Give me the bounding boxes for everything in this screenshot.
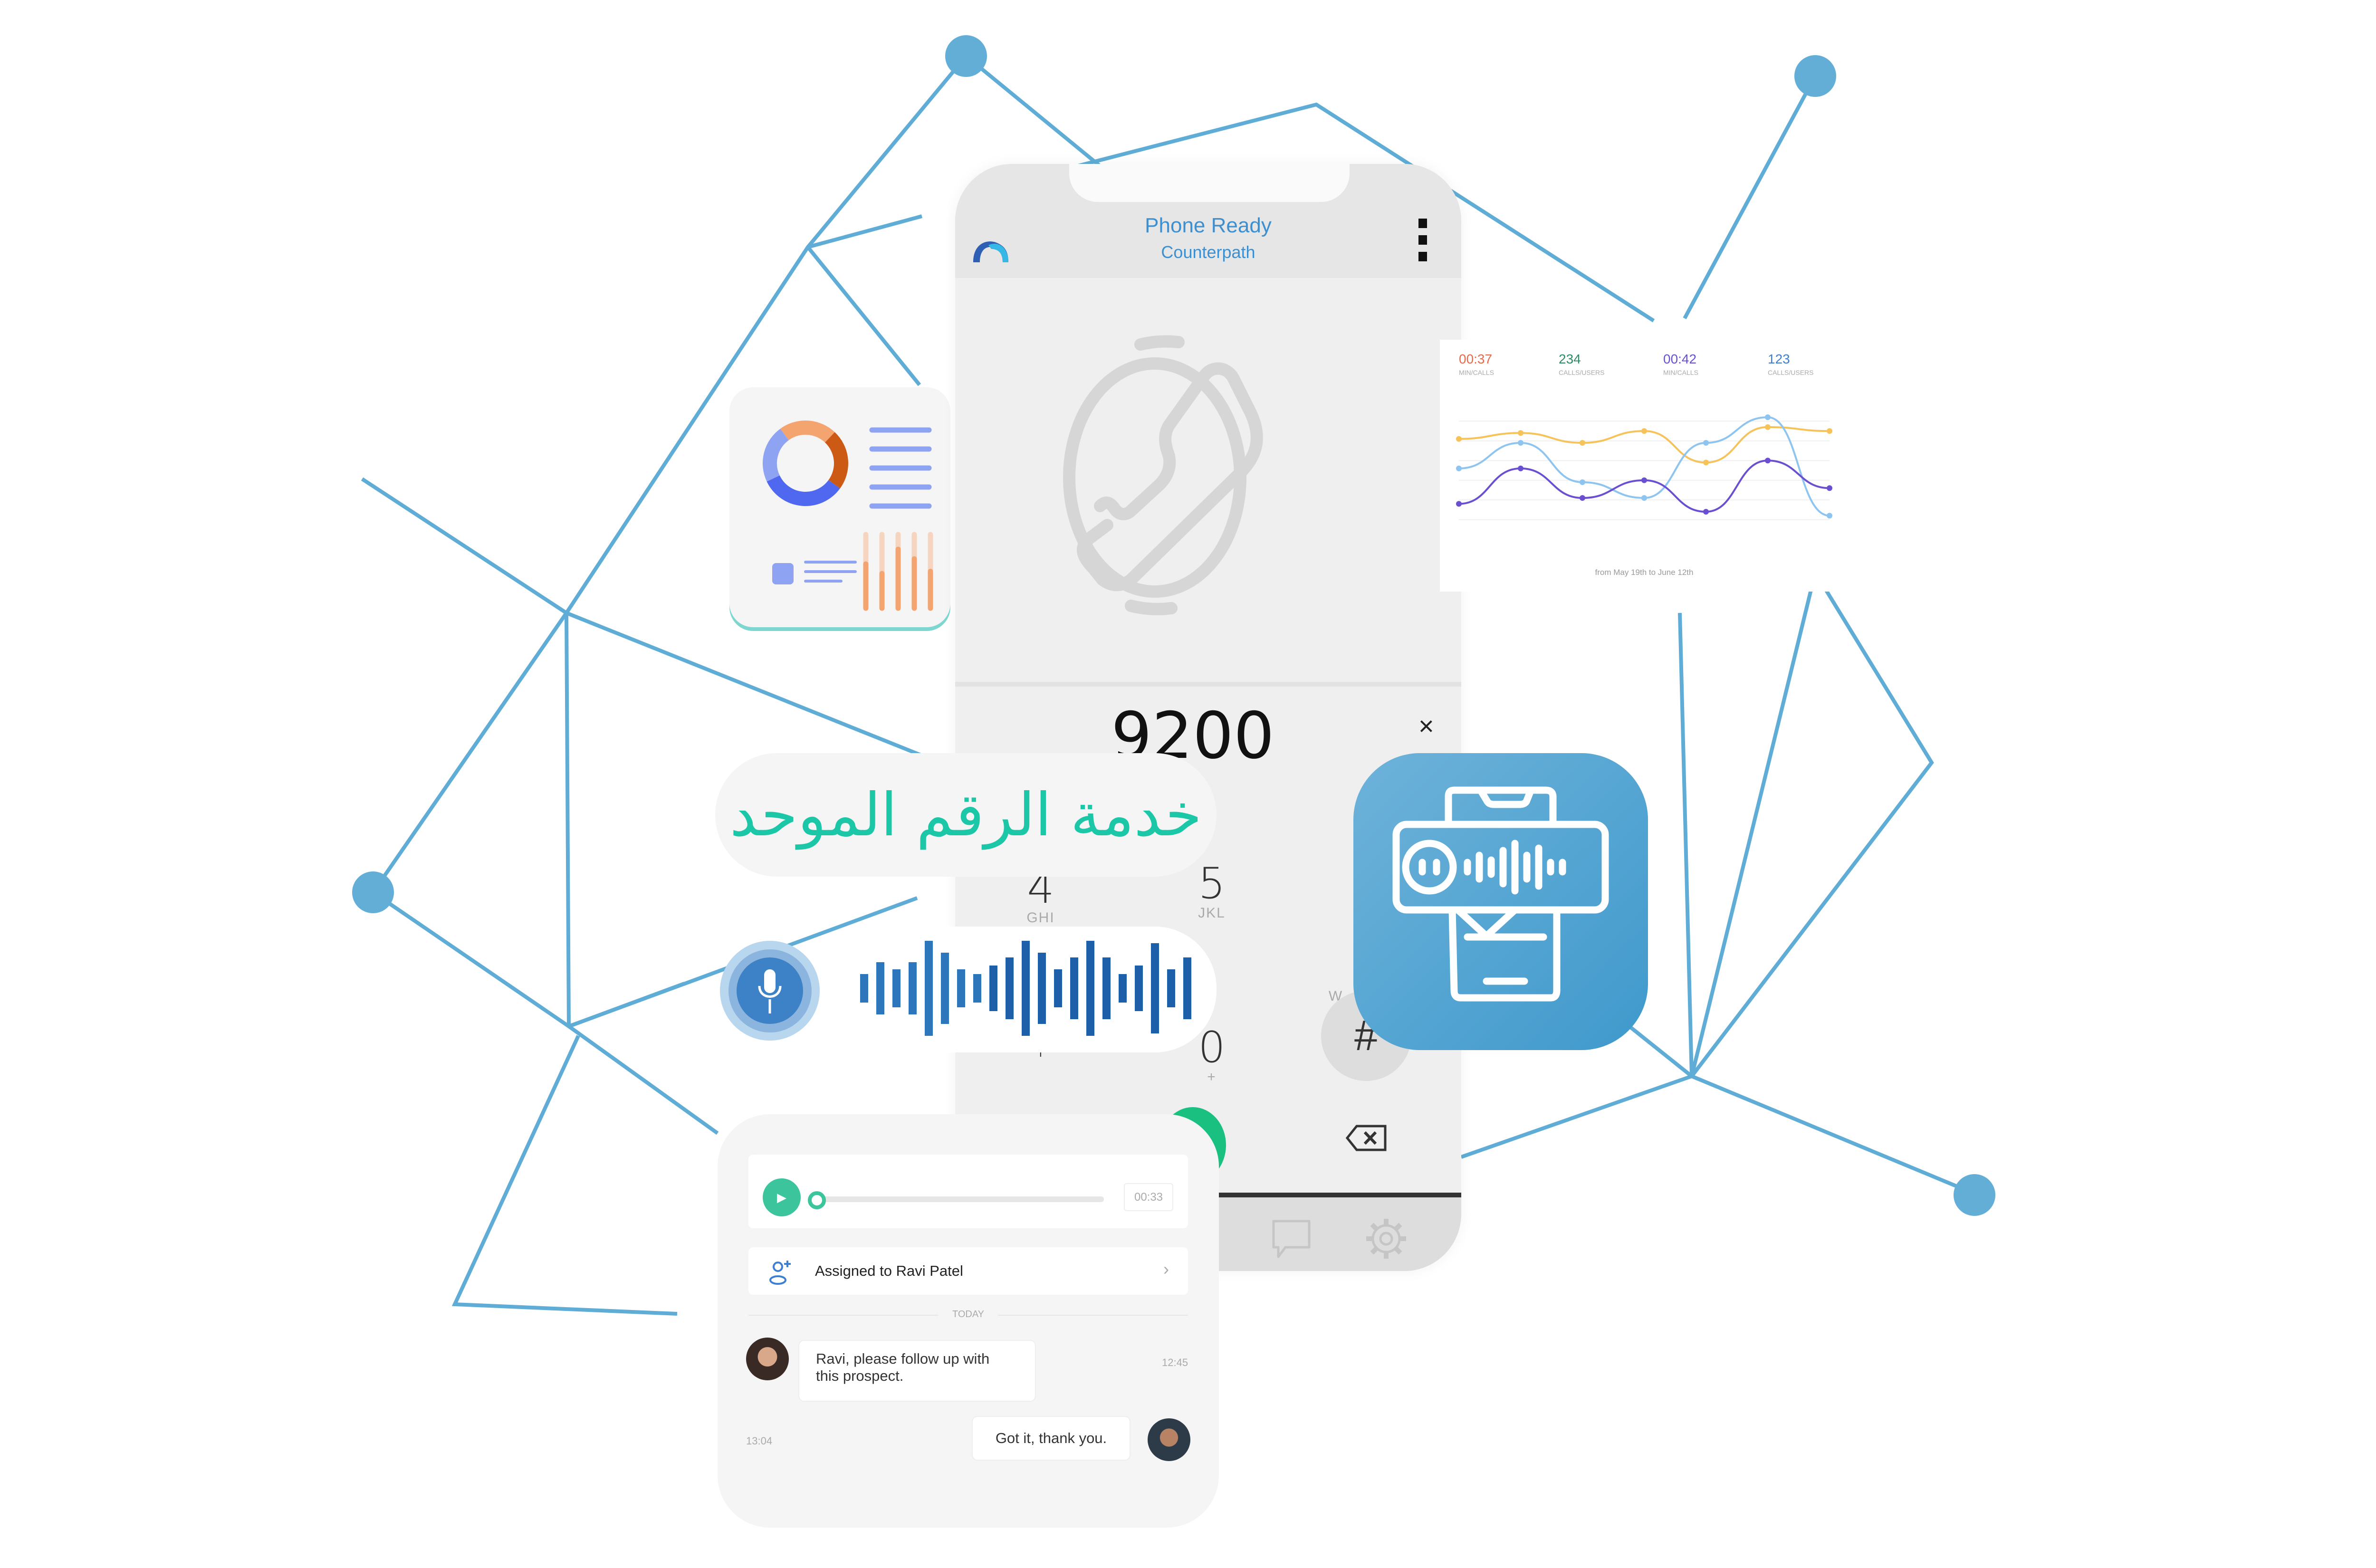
waveform-bar <box>973 974 981 1003</box>
display-divider <box>955 682 1461 687</box>
waveform-bar <box>909 962 917 1014</box>
service-label: خدمة الرقم الموحد <box>729 780 1202 850</box>
donut-segment <box>763 429 789 482</box>
line-chart <box>1456 414 1832 520</box>
waveform-bar <box>1167 969 1175 1007</box>
data-point <box>1456 501 1462 507</box>
phone-account-subtitle: Counterpath <box>1161 242 1255 262</box>
clear-number-button[interactable]: × <box>1418 710 1434 741</box>
data-point <box>1456 465 1462 471</box>
waveform-bar <box>1135 966 1143 1011</box>
message-time: 12:45 <box>1162 1357 1188 1368</box>
network-node <box>1954 1174 1995 1216</box>
phone-call-illustration-icon <box>1063 335 1263 615</box>
waveform-bar <box>1183 957 1191 1019</box>
series-line-purple <box>1458 459 1830 513</box>
data-point <box>1641 495 1647 501</box>
waveform-bar <box>1022 941 1030 1036</box>
conversation-card: ▶ 00:33 Assigned to Ravi Patel › TODAY R… <box>718 1114 1219 1528</box>
data-point <box>1456 436 1462 442</box>
dashboard-card <box>729 387 950 627</box>
waveform-bar <box>925 941 933 1036</box>
audio-progress-track[interactable] <box>819 1196 1104 1202</box>
data-point <box>1703 509 1709 515</box>
waveform-bar <box>1038 953 1046 1024</box>
waveform-bar <box>1054 969 1062 1007</box>
waveform-bar <box>957 969 965 1007</box>
phone-status-title: Phone Ready <box>1145 214 1272 237</box>
network-node <box>1794 55 1836 97</box>
dashboard-illustration <box>763 421 933 611</box>
data-point <box>1518 440 1523 446</box>
gear-icon[interactable] <box>1364 1216 1409 1262</box>
data-point <box>1765 458 1771 464</box>
data-point <box>1827 513 1832 519</box>
message-bubble: Got it, thank you. <box>972 1416 1131 1461</box>
waveform-bar <box>1151 943 1159 1033</box>
assigned-row[interactable]: Assigned to Ravi Patel › <box>748 1247 1188 1295</box>
message-bubble: Ravi, please follow up with this prospec… <box>798 1340 1036 1402</box>
donut-segment <box>766 475 840 506</box>
waveform-bar <box>941 953 949 1024</box>
phone-voice-message-icon <box>1392 786 1609 1002</box>
backspace-icon[interactable] <box>1345 1124 1388 1152</box>
donut-segment <box>780 421 835 443</box>
data-point <box>1641 477 1647 483</box>
audio-progress-handle[interactable] <box>808 1191 826 1209</box>
chart-date-range: from May 19th to June 12th <box>1595 568 1694 577</box>
audio-duration: 00:33 <box>1124 1183 1173 1211</box>
call-stats-card: 00:37 MIN/CALLS 234 CALLS/USERS 00:42 MI… <box>1440 340 1849 592</box>
data-point <box>1703 459 1709 466</box>
data-point <box>1641 428 1647 434</box>
stat-item: 00:37 MIN/CALLS <box>1459 352 1494 376</box>
phone-mockup: Phone Ready Counterpath 9200 × 4 GHI 5 J… <box>955 164 1461 1271</box>
play-icon: ▶ <box>777 1190 786 1205</box>
waveform-bar <box>1070 957 1078 1019</box>
microphone-icon <box>758 969 782 1013</box>
network-node <box>945 35 987 77</box>
stat-item: 00:42 MIN/CALLS <box>1663 352 1698 376</box>
data-point <box>1765 414 1771 421</box>
add-user-icon <box>769 1261 791 1285</box>
legend-square <box>772 563 794 584</box>
chevron-right-icon: › <box>1163 1259 1169 1279</box>
day-separator: TODAY <box>748 1309 1188 1320</box>
play-button[interactable]: ▶ <box>763 1178 801 1216</box>
donut-segment <box>824 432 848 488</box>
network-node <box>352 871 394 913</box>
assigned-label: Assigned to Ravi Patel <box>815 1262 963 1279</box>
phone-notch <box>1069 164 1350 202</box>
audio-player: ▶ 00:33 <box>748 1155 1188 1228</box>
chat-icon[interactable] <box>1269 1216 1314 1262</box>
stat-item: 123 CALLS/USERS <box>1768 352 1814 376</box>
waveform-bar <box>1086 941 1094 1036</box>
waveform-bar <box>1119 974 1127 1003</box>
avatar-male <box>1148 1418 1190 1461</box>
more-options-icon[interactable] <box>1418 219 1428 261</box>
voice-waveform <box>860 941 1191 1036</box>
message-time: 13:04 <box>746 1435 773 1447</box>
waveform-bar <box>1102 957 1111 1019</box>
avatar-female <box>746 1338 789 1380</box>
data-point <box>1580 479 1585 485</box>
microphone-button[interactable] <box>720 941 820 1041</box>
voice-phone-app-icon[interactable] <box>1353 753 1648 1050</box>
waveform-bar <box>876 962 884 1014</box>
data-point <box>1580 495 1585 501</box>
data-point <box>1518 465 1523 471</box>
data-point <box>1703 440 1709 446</box>
data-point <box>1518 430 1523 436</box>
stat-item: 234 CALLS/USERS <box>1559 352 1605 376</box>
waveform-bar <box>860 974 868 1003</box>
key-5[interactable]: 5 JKL <box>1174 862 1250 921</box>
data-point <box>1580 440 1585 446</box>
waveform-bar <box>989 966 997 1011</box>
data-point <box>1765 424 1771 430</box>
service-label-pill: خدمة الرقم الموحد <box>715 753 1217 877</box>
data-point <box>1827 428 1832 434</box>
data-point <box>1827 485 1832 491</box>
waveform-bar <box>1006 957 1014 1019</box>
waveform-bar <box>892 969 901 1007</box>
